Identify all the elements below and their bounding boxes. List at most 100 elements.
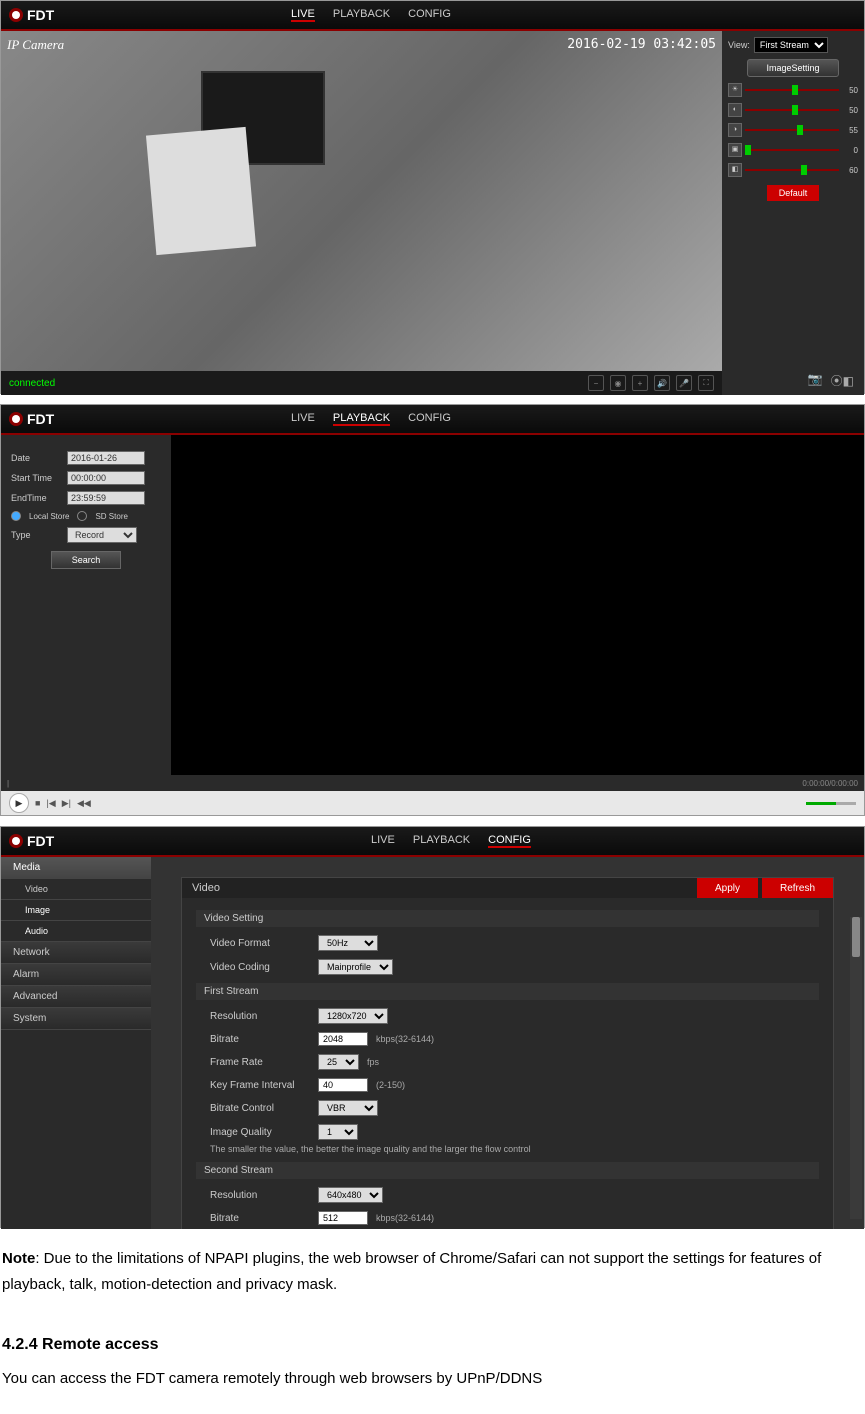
refresh-button[interactable]: Refresh	[762, 878, 833, 898]
timeline-bar[interactable]: | 0:00:00/0:00:00	[1, 775, 864, 791]
topbar: FDT LIVE PLAYBACK CONFIG	[1, 827, 864, 857]
apply-button[interactable]: Apply	[697, 878, 758, 898]
videocoding-select[interactable]: Mainprofile	[318, 959, 393, 975]
menu-audio[interactable]: Audio	[1, 921, 151, 942]
nav-config[interactable]: CONFIG	[488, 834, 531, 848]
iq-label: Image Quality	[210, 1127, 310, 1138]
slider-value: 0	[842, 146, 858, 155]
type-label: Type	[11, 530, 61, 540]
slider-row-0: ☀ 50	[728, 83, 858, 97]
section-heading: 4.2.4 Remote access	[0, 1323, 865, 1366]
videocoding-label: Video Coding	[210, 962, 310, 973]
bc-select[interactable]: VBR	[318, 1100, 378, 1116]
type-select[interactable]: Record	[67, 527, 137, 543]
fr1-label: Frame Rate	[210, 1057, 310, 1068]
menu-alarm[interactable]: Alarm	[1, 964, 151, 986]
zoom-out-icon[interactable]: −	[588, 375, 604, 391]
date-input[interactable]	[67, 451, 145, 465]
br1-unit: kbps(32-6144)	[376, 1034, 434, 1044]
nav-playback[interactable]: PLAYBACK	[413, 834, 470, 848]
osd-camera-name: IP Camera	[7, 37, 64, 53]
starttime-label: Start Time	[11, 473, 61, 483]
doc-note-paragraph: Note: Due to the limitations of NPAPI pl…	[0, 1238, 865, 1305]
image-setting-button[interactable]: ImageSetting	[747, 59, 838, 77]
slider-icon: ◧	[728, 163, 742, 177]
nav-config[interactable]: CONFIG	[408, 8, 451, 22]
slider-row-1: ◐50	[728, 103, 858, 117]
br1-input[interactable]	[318, 1032, 368, 1046]
endtime-input[interactable]	[67, 491, 145, 505]
stop-icon[interactable]: ■	[35, 798, 40, 808]
br2-label: Bitrate	[210, 1213, 310, 1224]
stepback-icon[interactable]: |◀	[46, 798, 55, 809]
menu-image[interactable]: Image	[1, 900, 151, 921]
slider-track[interactable]	[745, 129, 839, 131]
slider-icon: ▣	[728, 143, 742, 157]
videoformat-select[interactable]: 50Hz	[318, 935, 378, 951]
slider-value: 55	[842, 126, 858, 135]
slider-row-4: ◧60	[728, 163, 858, 177]
video-feed[interactable]: IP Camera 2016-02-19 03:42:05	[1, 31, 722, 371]
menu-network[interactable]: Network	[1, 942, 151, 964]
play-button[interactable]: ▶	[9, 793, 29, 813]
kfi-label: Key Frame Interval	[210, 1080, 310, 1091]
record-icon[interactable]: ⦿◧	[831, 372, 854, 389]
playback-controls: ▶ ■ |◀ ▶| ◀◀	[1, 791, 864, 815]
nav-live[interactable]: LIVE	[371, 834, 395, 848]
section-second-stream: Second Stream	[196, 1162, 819, 1179]
slider-track[interactable]	[745, 89, 839, 91]
endtime-label: EndTime	[11, 493, 61, 503]
nav-live[interactable]: LIVE	[291, 8, 315, 22]
volume-slider[interactable]	[806, 802, 856, 805]
fr1-select[interactable]: 25	[318, 1054, 359, 1070]
section-first-stream: First Stream	[196, 983, 819, 1000]
slider-value: 50	[842, 106, 858, 115]
menu-media[interactable]: Media	[1, 857, 151, 879]
menu-system[interactable]: System	[1, 1008, 151, 1030]
res1-select[interactable]: 1280x720	[318, 1008, 388, 1024]
local-store-radio[interactable]	[11, 511, 21, 521]
slider-value: 50	[842, 86, 858, 95]
view-label: View:	[728, 40, 750, 50]
view-select[interactable]: First Stream	[754, 37, 828, 53]
config-menu: Media Video Image Audio Network Alarm Ad…	[1, 857, 151, 1229]
menu-video[interactable]: Video	[1, 879, 151, 900]
zoom-reset-icon[interactable]: ◉	[610, 375, 626, 391]
default-button[interactable]: Default	[767, 185, 820, 201]
fr1-unit: fps	[367, 1057, 379, 1067]
br2-input[interactable]	[318, 1211, 368, 1225]
sd-store-radio[interactable]	[77, 511, 87, 521]
logo-icon	[9, 834, 23, 848]
snapshot-icon[interactable]: 📷	[808, 372, 823, 389]
zoom-in-icon[interactable]: +	[632, 375, 648, 391]
logo-icon	[9, 8, 23, 22]
menu-advanced[interactable]: Advanced	[1, 986, 151, 1008]
timeline-marker-start: |	[7, 779, 9, 788]
brand-logo: FDT	[9, 411, 54, 427]
fullscreen-icon[interactable]: ⛶	[698, 375, 714, 391]
iq-select[interactable]: 1	[318, 1124, 358, 1140]
logo-icon	[9, 412, 23, 426]
slider-track[interactable]	[745, 169, 839, 171]
speaker-icon[interactable]: 🔊	[654, 375, 670, 391]
stepfwd-icon[interactable]: ▶|	[62, 798, 71, 809]
nav-live[interactable]: LIVE	[291, 412, 315, 426]
slider-track[interactable]	[745, 149, 839, 151]
br2-unit: kbps(32-6144)	[376, 1213, 434, 1223]
slider-track[interactable]	[745, 109, 839, 111]
nav-config[interactable]: CONFIG	[408, 412, 451, 426]
nav-playback[interactable]: PLAYBACK	[333, 412, 390, 426]
slow-icon[interactable]: ◀◀	[77, 798, 91, 809]
mic-icon[interactable]: 🎤	[676, 375, 692, 391]
res2-select[interactable]: 640x480	[318, 1187, 383, 1203]
playback-video-area	[171, 435, 864, 793]
nav-playback[interactable]: PLAYBACK	[333, 8, 390, 22]
kfi-input[interactable]	[318, 1078, 368, 1092]
video-panel: IP Camera 2016-02-19 03:42:05 connected …	[1, 31, 722, 395]
kfi-unit: (2-150)	[376, 1080, 405, 1090]
search-button[interactable]: Search	[51, 551, 122, 569]
scrollbar[interactable]	[850, 917, 862, 1219]
starttime-input[interactable]	[67, 471, 145, 485]
slider-icon: ☀	[728, 83, 742, 97]
screenshot-playback: FDT LIVE PLAYBACK CONFIG Date Start Time…	[0, 404, 865, 816]
